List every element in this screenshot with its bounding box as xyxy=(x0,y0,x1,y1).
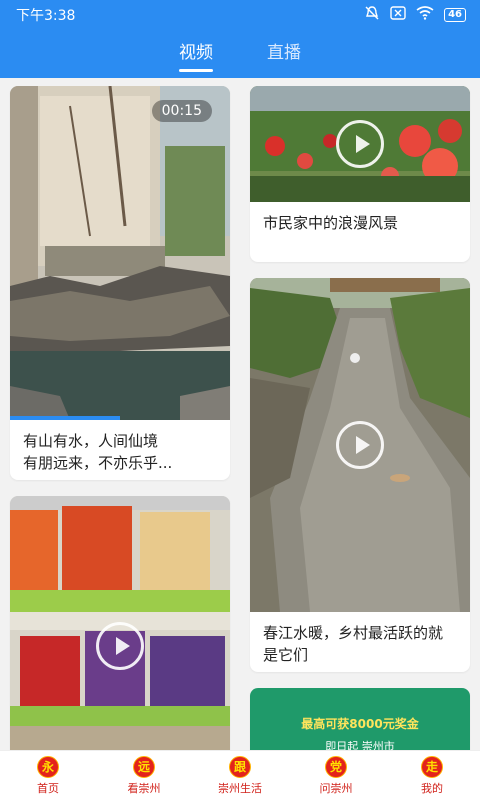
top-nav: 视频 直播 xyxy=(0,30,480,78)
nav-label: 崇州生活 xyxy=(218,781,262,795)
nav-label: 首页 xyxy=(37,781,59,795)
video-caption: 春江水暖，乡村最活跃的就是它们 xyxy=(263,624,444,664)
video-thumbnail[interactable] xyxy=(250,278,470,612)
home-icon: 永 xyxy=(37,755,59,778)
video-card[interactable]: 00:15 有山有水，人间仙境 有朋远来，不亦乐乎... xyxy=(10,86,230,480)
video-caption: 有山有水，人间仙境 有朋远来，不亦乐乎... xyxy=(23,432,173,472)
video-feed[interactable]: 00:15 有山有水，人间仙境 有朋远来，不亦乐乎... 市民家中的浪漫风景 春… xyxy=(0,78,480,750)
battery-icon: 46 xyxy=(444,8,466,22)
watch-icon: 远 xyxy=(133,755,155,778)
play-icon[interactable] xyxy=(96,622,144,670)
video-thumbnail[interactable]: 00:15 xyxy=(10,86,230,420)
nav-item-life[interactable]: 跟 崇州生活 xyxy=(192,751,288,800)
life-icon: 跟 xyxy=(229,755,251,778)
nav-item-watch[interactable]: 远 看崇州 xyxy=(96,751,192,800)
video-card[interactable] xyxy=(10,496,230,750)
video-caption: 市民家中的浪漫风景 xyxy=(263,214,399,232)
bottom-nav: 永 首页 远 看崇州 跟 崇州生活 党 问崇州 走 我的 xyxy=(0,750,480,800)
tab-video[interactable]: 视频 xyxy=(179,30,213,78)
nav-label: 看崇州 xyxy=(127,781,161,795)
nav-item-ask[interactable]: 党 问崇州 xyxy=(288,751,384,800)
play-icon[interactable] xyxy=(336,421,384,469)
nav-item-mine[interactable]: 走 我的 xyxy=(384,751,480,800)
promo-card[interactable]: 最高可获8000元奖金 即日起 崇州市 xyxy=(250,688,470,750)
video-card[interactable]: 市民家中的浪漫风景 xyxy=(250,86,470,262)
promo-banner[interactable]: 最高可获8000元奖金 即日起 崇州市 xyxy=(250,688,470,750)
video-thumbnail[interactable] xyxy=(10,496,230,750)
video-thumbnail[interactable] xyxy=(250,86,470,202)
wifi-icon xyxy=(416,6,434,24)
video-duration: 00:15 xyxy=(151,100,212,122)
status-bar: 下午3:38 46 xyxy=(0,0,480,30)
no-sim-icon xyxy=(390,6,406,24)
nav-label: 问崇州 xyxy=(319,781,353,795)
status-icons: 46 xyxy=(364,5,466,25)
ask-icon: 党 xyxy=(325,755,347,778)
video-card[interactable]: 春江水暖，乡村最活跃的就是它们 xyxy=(250,278,470,672)
promo-subtext: 即日起 崇州市 xyxy=(325,740,395,750)
profile-icon: 走 xyxy=(421,755,443,778)
nav-label: 我的 xyxy=(421,781,443,795)
tab-live[interactable]: 直播 xyxy=(267,30,301,78)
thumbnail-image xyxy=(10,86,230,420)
play-icon[interactable] xyxy=(336,120,384,168)
mute-icon xyxy=(364,5,380,25)
nav-item-home[interactable]: 永 首页 xyxy=(0,751,96,800)
status-time: 下午3:38 xyxy=(16,8,76,24)
promo-headline: 最高可获8000元奖金 xyxy=(301,717,419,731)
